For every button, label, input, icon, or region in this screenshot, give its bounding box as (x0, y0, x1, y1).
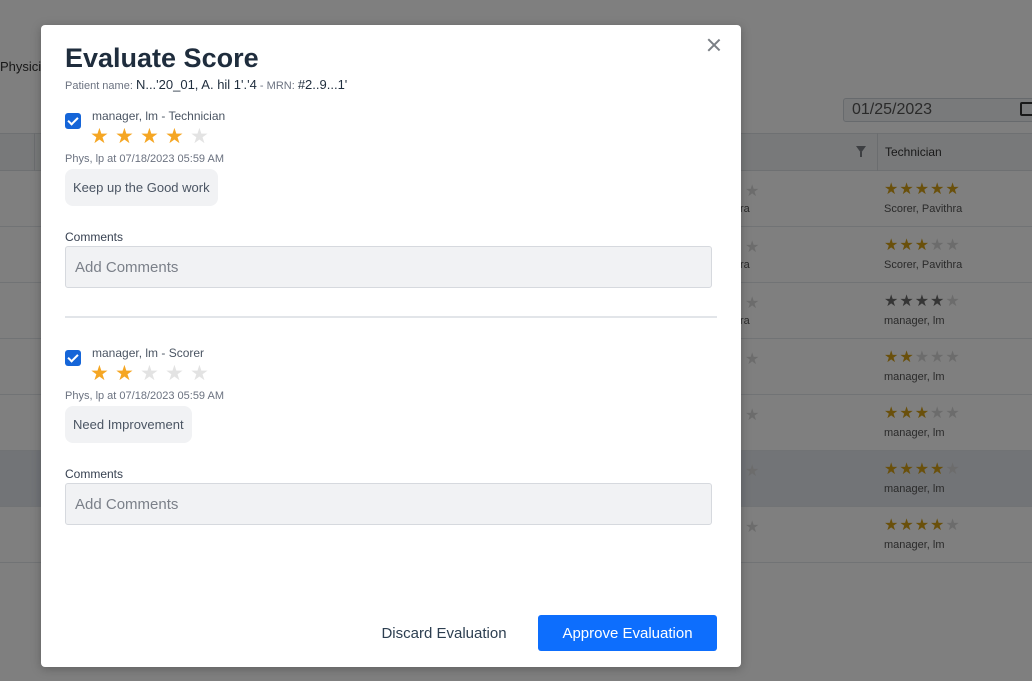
reviewer-label: manager, lm - Technician (92, 109, 226, 123)
star-icon[interactable]: ★ (165, 363, 190, 385)
mrn-value: #2..9...1' (297, 77, 348, 92)
evaluation-meta: Phys, lp at 07/18/2023 05:59 AM (65, 153, 225, 165)
star-icon[interactable]: ★ (190, 363, 215, 385)
evaluate-score-modal: Evaluate Score Patient name: N...'20_01,… (41, 25, 741, 667)
comments-input[interactable] (65, 483, 712, 525)
star-rating[interactable]: ★ ★ ★ ★ ★ (90, 363, 215, 385)
mrn-label: MRN: (266, 80, 295, 92)
close-icon[interactable] (705, 36, 723, 54)
patient-name-label: Patient name: (65, 80, 133, 92)
patient-name-value: N...'20_01, A. hil 1'.'4 (135, 77, 257, 92)
star-icon[interactable]: ★ (90, 126, 115, 148)
feedback-message: Need Improvement (65, 406, 192, 443)
star-icon[interactable]: ★ (115, 126, 140, 148)
evaluation-checkbox[interactable] (65, 113, 81, 129)
comments-input[interactable] (65, 246, 712, 288)
star-rating[interactable]: ★ ★ ★ ★ ★ (90, 126, 215, 148)
star-icon[interactable]: ★ (115, 363, 140, 385)
comments-label: Comments (65, 230, 124, 244)
star-icon[interactable]: ★ (140, 126, 165, 148)
star-icon[interactable]: ★ (140, 363, 165, 385)
discard-evaluation-button[interactable]: Discard Evaluation (366, 615, 522, 651)
comments-label: Comments (65, 467, 124, 481)
reviewer-label: manager, lm - Scorer (92, 346, 205, 360)
approve-evaluation-button[interactable]: Approve Evaluation (538, 615, 717, 651)
evaluation-meta: Phys, lp at 07/18/2023 05:59 AM (65, 390, 225, 402)
evaluation-divider (65, 316, 717, 318)
evaluation-checkbox[interactable] (65, 350, 81, 366)
star-icon[interactable]: ★ (190, 126, 215, 148)
patient-info: Patient name: N...'20_01, A. hil 1'.'4 -… (65, 77, 348, 92)
star-icon[interactable]: ★ (90, 363, 115, 385)
star-icon[interactable]: ★ (165, 126, 190, 148)
feedback-message: Keep up the Good work (65, 169, 218, 206)
modal-title: Evaluate Score (65, 43, 259, 73)
